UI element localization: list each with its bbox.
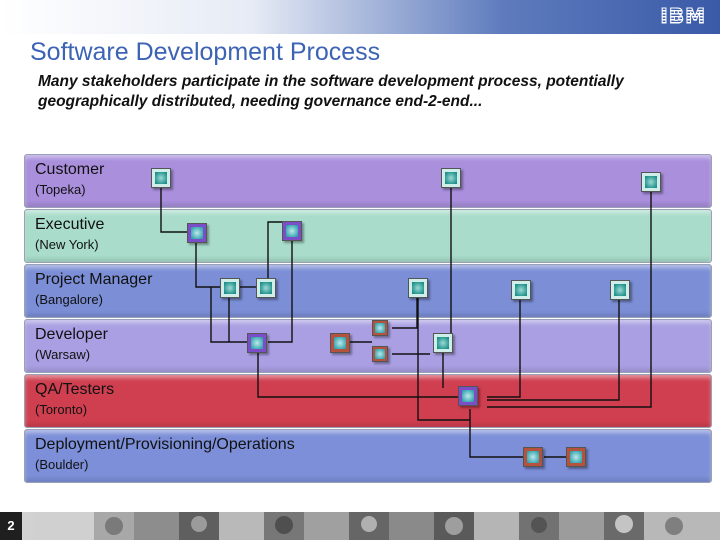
connector — [487, 297, 620, 401]
process-step-node — [330, 333, 350, 353]
page-number: 2 — [0, 512, 22, 540]
connector — [469, 409, 523, 458]
connector — [392, 297, 418, 329]
process-step-node — [641, 172, 661, 192]
process-step-node — [458, 386, 478, 406]
process-step-node — [151, 168, 171, 188]
process-step-node — [408, 278, 428, 298]
process-step-node — [256, 278, 276, 298]
process-step-node — [247, 333, 267, 353]
process-step-node — [441, 168, 461, 188]
connector — [487, 297, 521, 398]
process-step-node — [566, 447, 586, 467]
connector — [257, 342, 458, 398]
process-step-node — [220, 278, 240, 298]
process-step-node — [523, 447, 543, 467]
connector — [442, 186, 452, 343]
process-step-node — [282, 221, 302, 241]
process-step-node — [610, 280, 630, 300]
process-flow-connectors — [160, 186, 652, 458]
process-step-node — [187, 223, 207, 243]
photo-strip — [34, 512, 720, 540]
process-step-node — [433, 333, 453, 353]
process-step-node — [372, 320, 388, 336]
process-step-node — [372, 346, 388, 362]
process-step-node — [511, 280, 531, 300]
connector — [160, 186, 187, 233]
connector — [195, 240, 220, 288]
footer-bar: 2 — [0, 512, 720, 540]
